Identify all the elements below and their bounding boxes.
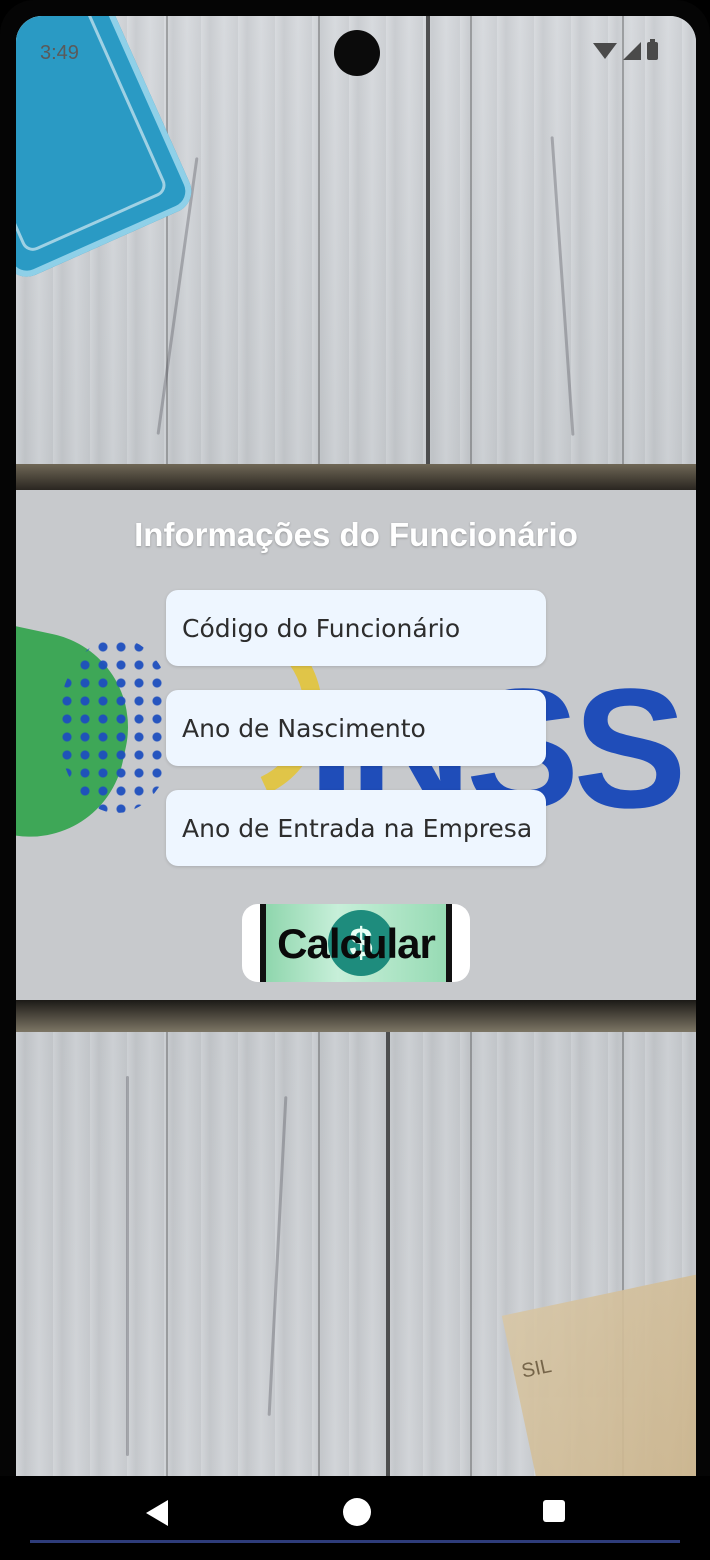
calculate-button-label: Calcular [277,920,436,967]
employee-code-input[interactable] [166,590,546,666]
calculate-button[interactable]: $ Calcular [242,904,470,982]
wood-scratch [126,1076,129,1456]
recents-square-icon[interactable] [543,1500,565,1522]
plank-seam [386,1032,390,1476]
status-time: 3:49 [40,42,79,64]
birth-year-input[interactable] [166,690,546,766]
phone-frame: INSS SIL 3:49 Informações do Funcionário… [0,0,710,1560]
wifi-icon [593,43,617,59]
company-entry-year-input[interactable] [166,790,546,866]
cell-signal-icon [623,42,641,60]
monitor-frame-bottom [16,1000,696,1032]
nav-bar-accent-line [30,1540,680,1543]
app-screen: INSS SIL 3:49 Informações do Funcionário… [16,16,696,1476]
back-triangle-icon[interactable] [146,1500,168,1526]
plank-seam [426,16,430,464]
form-title: Informações do Funcionário [134,516,578,553]
front-camera-cutout [334,30,380,76]
home-circle-icon[interactable] [343,1498,371,1526]
inss-logo-dot-globe [58,638,176,813]
monitor-frame-top [16,464,696,490]
banknote-text: SIL [519,1354,554,1383]
status-icons [593,39,658,60]
battery-icon [647,39,658,60]
